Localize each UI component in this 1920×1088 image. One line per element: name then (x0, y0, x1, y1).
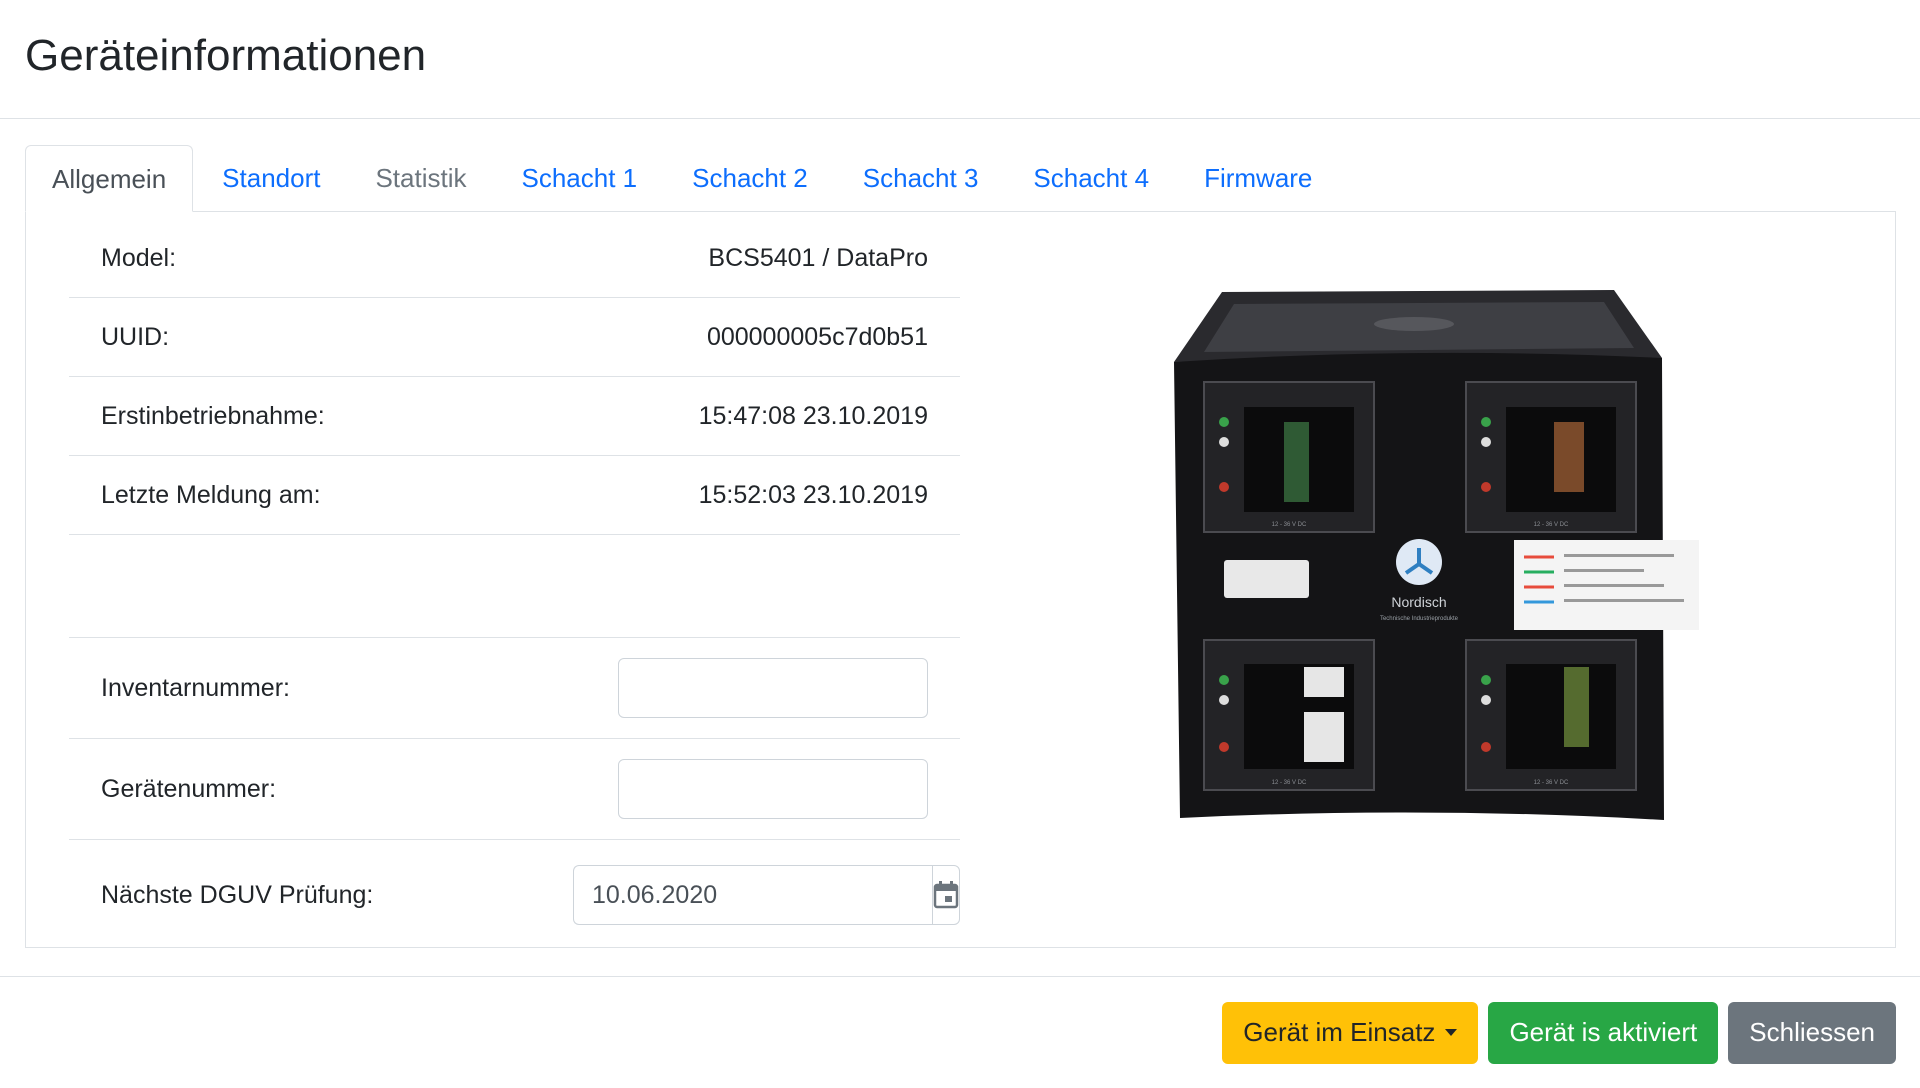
dguv-date-group (573, 865, 960, 925)
slot-panel-3 (1203, 639, 1375, 791)
slot-1-voltage: 12 - 36 V DC (1272, 522, 1307, 528)
dguv-label: Nächste DGUV Prüfung: (101, 880, 374, 909)
tab-schacht-3[interactable]: Schacht 3 (837, 145, 1005, 211)
tab-panel-allgemein: Model: BCS5401 / DataPro UUID: 000000005… (25, 212, 1896, 948)
tab-schacht-4[interactable]: Schacht 4 (1007, 145, 1175, 211)
modal-body: Allgemein Standort Statistik Schacht 1 S… (25, 145, 1896, 948)
tab-schacht-2[interactable]: Schacht 2 (666, 145, 834, 211)
serial-label-sticker (1224, 560, 1309, 598)
info-row-uuid: UUID: 000000005c7d0b51 (69, 298, 960, 377)
modal-header: Geräteinformationen (0, 0, 1920, 119)
device-status-dropdown[interactable]: Gerät im Einsatz (1222, 1001, 1479, 1064)
slot-panel-4 (1465, 639, 1637, 791)
slot-3-voltage: 12 - 36 V DC (1272, 780, 1307, 786)
tab-bar: Allgemein Standort Statistik Schacht 1 S… (25, 145, 1896, 212)
tab-allgemein[interactable]: Allgemein (25, 145, 194, 212)
last-message-label: Letzte Meldung am: (101, 480, 321, 509)
device-activated-button[interactable]: Gerät is aktiviert (1488, 1001, 1719, 1064)
info-row-model: Model: BCS5401 / DataPro (69, 212, 960, 298)
device-number-label: Gerätenummer: (101, 774, 277, 803)
device-status-label: Gerät im Einsatz (1243, 1017, 1436, 1047)
uuid-value: 000000005c7d0b51 (706, 322, 928, 351)
form-row-dguv: Nächste DGUV Prüfung: (69, 840, 960, 950)
first-operation-value: 15:47:08 23.10.2019 (698, 401, 928, 430)
modal-title: Geräteinformationen (25, 31, 427, 80)
model-label: Model: (101, 244, 177, 272)
form-row-inventory: Inventarnummer: (69, 638, 960, 739)
caret-down-icon (1445, 1029, 1458, 1036)
close-button[interactable]: Schliessen (1728, 1001, 1896, 1064)
tab-standort[interactable]: Standort (196, 145, 346, 211)
brand-name: Nordisch (1391, 594, 1446, 610)
slot-panel-1 (1203, 381, 1375, 533)
inventory-label: Inventarnummer: (101, 673, 290, 702)
tab-firmware[interactable]: Firmware (1178, 145, 1338, 211)
form-row-device-number: Gerätenummer: (69, 739, 960, 840)
tab-schacht-1[interactable]: Schacht 1 (496, 145, 664, 211)
device-number-input[interactable] (618, 759, 928, 819)
info-row-first-operation: Erstinbetriebnahme: 15:47:08 23.10.2019 (69, 377, 960, 456)
info-row-spacer (69, 535, 960, 638)
calendar-icon (933, 881, 959, 909)
first-operation-label: Erstinbetriebnahme: (101, 401, 325, 430)
calendar-button[interactable] (932, 865, 960, 925)
slot-panel-2 (1465, 381, 1637, 533)
model-value: BCS5401 / DataPro (708, 244, 928, 272)
uuid-label: UUID: (101, 322, 170, 351)
last-message-value: 15:52:03 23.10.2019 (698, 480, 928, 509)
info-row-last-message: Letzte Meldung am: 15:52:03 23.10.2019 (69, 456, 960, 535)
tab-statistik[interactable]: Statistik (349, 145, 492, 211)
dguv-date-input[interactable] (573, 865, 932, 925)
device-image: Nordisch Technische Industrieprodukte 12… (1174, 290, 1699, 820)
slot-4-voltage: 12 - 36 V DC (1534, 780, 1569, 786)
device-info-table: Model: BCS5401 / DataPro UUID: 000000005… (69, 212, 960, 950)
inventory-input[interactable] (618, 658, 928, 718)
slot-2-voltage: 12 - 36 V DC (1534, 522, 1569, 528)
brand-subtitle: Technische Industrieprodukte (1380, 616, 1459, 622)
modal-footer: Gerät im Einsatz Gerät is aktiviert Schl… (0, 976, 1920, 1088)
